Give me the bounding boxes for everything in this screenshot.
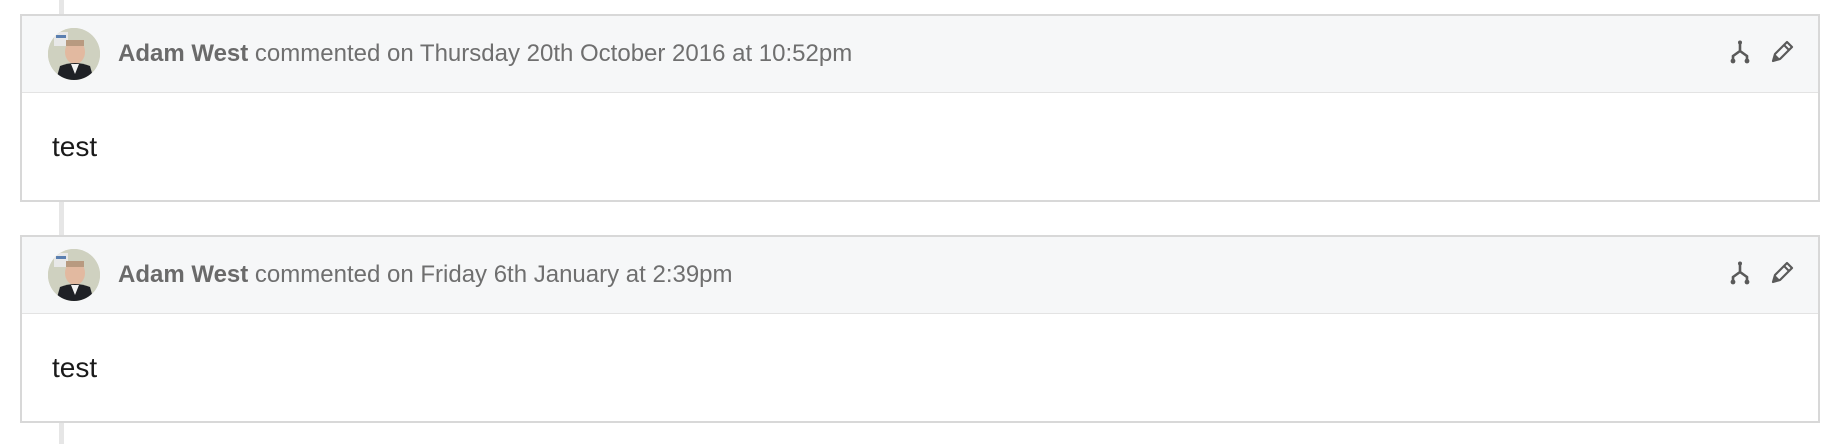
comment-body: test	[52, 352, 98, 383]
avatar[interactable]	[48, 249, 100, 301]
comment-body: test	[52, 131, 98, 162]
pencil-icon[interactable]	[1768, 259, 1796, 287]
avatar-image	[48, 28, 100, 80]
comment-thread: Adam West commented on Thursday 20th Oct…	[0, 0, 1844, 444]
pencil-icon[interactable]	[1768, 38, 1796, 66]
author-name[interactable]: Adam West	[118, 261, 248, 288]
comment-meta: commented on Friday 6th January at 2:39p…	[248, 261, 733, 288]
comment-header: Adam West commented on Thursday 20th Oct…	[22, 16, 1818, 93]
comment-byline: Adam West commented on Thursday 20th Oct…	[118, 40, 852, 68]
comment-card: Adam West commented on Thursday 20th Oct…	[20, 14, 1820, 202]
avatar-image	[48, 249, 100, 301]
comment-meta: commented on Thursday 20th October 2016 …	[248, 40, 853, 67]
fork-icon[interactable]	[1726, 259, 1754, 287]
avatar[interactable]	[48, 28, 100, 80]
comment-card: Adam West commented on Friday 6th Januar…	[20, 235, 1820, 423]
comment-header: Adam West commented on Friday 6th Januar…	[22, 237, 1818, 314]
comment-actions	[1726, 259, 1796, 287]
comment-actions	[1726, 38, 1796, 66]
comment-byline: Adam West commented on Friday 6th Januar…	[118, 261, 733, 289]
fork-icon[interactable]	[1726, 38, 1754, 66]
author-name[interactable]: Adam West	[118, 40, 248, 67]
